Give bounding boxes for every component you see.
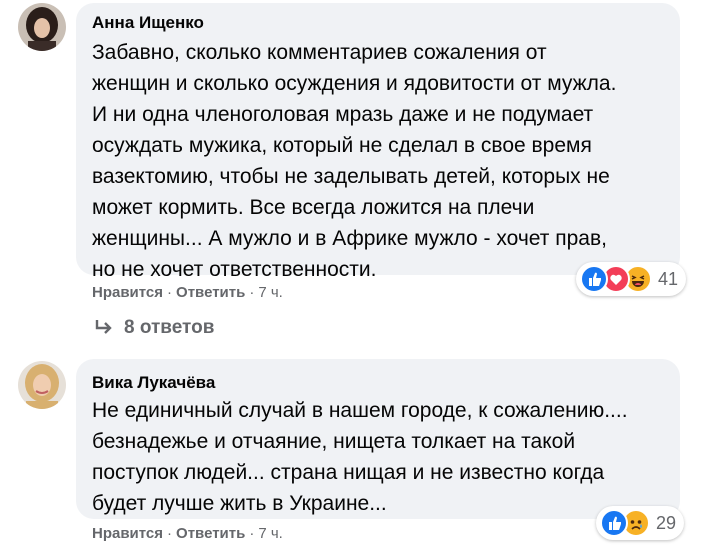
comments-section: Анна Ищенко Забавно, сколько комментарие…: [0, 0, 710, 552]
view-replies-button[interactable]: 8 ответов: [94, 317, 214, 339]
comment-text-line: вазектомию, чтобы не заделывать детей, к…: [92, 165, 610, 188]
comment-text-line: безнадежье и отчаяние, нищета толкает на…: [92, 430, 576, 453]
comment-author[interactable]: Анна Ищенко: [92, 13, 204, 33]
comment-text-line: женщины... А мужло и в Африке мужло - хо…: [92, 227, 607, 250]
separator: ·: [167, 284, 173, 301]
comment-text-line: Забавно, сколько комментариев сожаления …: [92, 41, 547, 64]
reaction-count: 41: [658, 268, 679, 289]
like-button[interactable]: Нравится: [92, 525, 163, 542]
comment-author[interactable]: Вика Лукачёва: [92, 373, 215, 393]
comment-timestamp[interactable]: 7 ч.: [258, 525, 283, 542]
comment-text: Забавно, сколько комментариев сожаления …: [92, 37, 616, 285]
like-button[interactable]: Нравится: [92, 284, 163, 301]
reply-arrow-icon: [95, 320, 112, 334]
reply-button[interactable]: Ответить: [176, 284, 245, 301]
comment-text-line: И ни одна членоголовая мразь даже и не п…: [92, 103, 594, 126]
comment-text-line: Не единичный случай в нашем городе, к со…: [92, 399, 628, 422]
like-icon: [580, 265, 608, 293]
comment-text-line: женщин и сколько осуждения и ядовитости …: [92, 72, 617, 95]
reaction-count: 29: [656, 512, 677, 533]
reply-button[interactable]: Ответить: [176, 525, 245, 542]
reactions-summary[interactable]: 41: [576, 262, 687, 296]
comment-timestamp[interactable]: 7 ч.: [258, 284, 283, 301]
comment-text-line: осуждать мужика, который не сделал в сво…: [92, 134, 592, 157]
comment-text-line: но не хочет ответственности.: [92, 258, 377, 281]
comment-actions: Нравится · Ответить · 7 ч.: [92, 284, 283, 301]
separator: ·: [167, 525, 173, 542]
comment-text: Не единичный случай в нашем городе, к со…: [92, 395, 628, 519]
avatar[interactable]: [18, 361, 66, 409]
separator: ·: [249, 284, 255, 301]
comment-bubble: Анна Ищенко Забавно, сколько комментарие…: [76, 3, 680, 281]
comment-actions: Нравится · Ответить · 7 ч.: [92, 525, 283, 542]
avatar[interactable]: [18, 3, 66, 51]
like-icon: [600, 509, 628, 537]
reactions-summary[interactable]: 29: [596, 506, 685, 540]
comment-text-line: будет лучше жить в Украине...: [92, 492, 387, 515]
comment-text-line: поступок людей... страна нищая и не изве…: [92, 461, 605, 484]
comment-text-line: может кормить. Все всегда ложится на пле…: [92, 196, 535, 219]
replies-count: 8 ответов: [124, 317, 215, 338]
separator: ·: [249, 525, 255, 542]
comment-bubble: Вика Лукачёва Не единичный случай в наше…: [76, 359, 680, 519]
